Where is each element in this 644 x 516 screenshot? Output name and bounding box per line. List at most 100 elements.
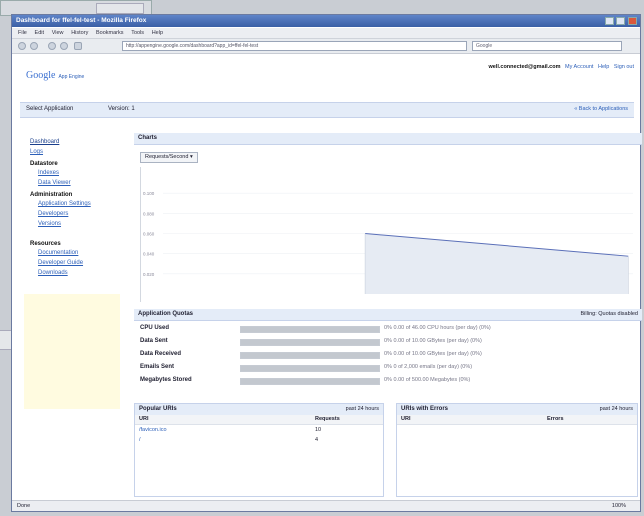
quota-bar-fill bbox=[241, 353, 379, 358]
quota-bar-fill bbox=[241, 340, 379, 345]
quotas-title: Application Quotas bbox=[138, 311, 194, 317]
sidebar-item-dashboard[interactable]: Dashboard bbox=[30, 139, 124, 145]
sidebar-item-downloads[interactable]: Downloads bbox=[38, 270, 124, 276]
back-to-applications-link[interactable]: « Back to Applications bbox=[574, 106, 628, 112]
errors-header: URIs with Errors past 24 hours bbox=[397, 404, 637, 415]
y-tick-label: 0.040 bbox=[143, 252, 155, 257]
quota-bar-fill bbox=[241, 327, 379, 332]
quota-name: Megabytes Stored bbox=[140, 377, 192, 383]
navigation-toolbar: http://appengine.google.com/dashboard?ap… bbox=[12, 39, 640, 54]
application-bar: Select Application Version: 1 « Back to … bbox=[20, 102, 634, 118]
quota-row: Megabytes Stored 0% 0.00 of 500.00 Megab… bbox=[134, 376, 642, 386]
status-bar: Done 100% bbox=[12, 500, 640, 511]
sidebar-item-data-viewer[interactable]: Data Viewer bbox=[38, 180, 124, 186]
sign-out-link[interactable]: Sign out bbox=[614, 64, 634, 70]
home-icon[interactable] bbox=[74, 42, 82, 50]
uri-link[interactable]: / bbox=[139, 437, 141, 443]
sidebar-item-logs[interactable]: Logs bbox=[30, 149, 124, 155]
sidebar-item-indexes[interactable]: Indexes bbox=[38, 170, 124, 176]
quota-detail: 0% 0.00 of 500.00 Megabytes (0%) bbox=[384, 377, 471, 383]
quota-bar-fill bbox=[241, 379, 379, 384]
menu-view[interactable]: View bbox=[52, 30, 64, 36]
chart-type-dropdown[interactable]: Requests/Second ▾ bbox=[140, 152, 198, 163]
y-tick-label: 0.020 bbox=[143, 272, 155, 277]
window-title: Dashboard for ffel-fel-test - Mozilla Fi… bbox=[16, 17, 147, 24]
quota-bar bbox=[240, 365, 380, 372]
menu-help[interactable]: Help bbox=[152, 30, 163, 36]
table-header: URI Requests bbox=[135, 415, 383, 425]
zoom-level[interactable]: 100% bbox=[612, 503, 626, 509]
sidebar: Dashboard Logs Datastore Indexes Data Vi… bbox=[24, 139, 124, 280]
menu-file[interactable]: File bbox=[18, 30, 27, 36]
sidebar-item-versions[interactable]: Versions bbox=[38, 221, 124, 227]
y-tick-label: 0.060 bbox=[143, 232, 155, 237]
errors-title: URIs with Errors bbox=[401, 406, 449, 412]
quota-name: CPU Used bbox=[140, 325, 170, 331]
stop-icon[interactable] bbox=[60, 42, 68, 50]
help-link[interactable]: Help bbox=[598, 64, 609, 70]
table-row: /favicon.ico 10 bbox=[135, 425, 383, 435]
quota-detail: 0% 0.00 of 10.00 GBytes (per day) (0%) bbox=[384, 351, 482, 357]
quotas-header: Application Quotas Billing: Quotas disab… bbox=[134, 309, 642, 321]
charts-header: Charts bbox=[134, 133, 642, 145]
version-selector[interactable]: Version: 1 bbox=[108, 106, 135, 112]
quota-bar bbox=[240, 339, 380, 346]
menu-bookmarks[interactable]: Bookmarks bbox=[96, 30, 124, 36]
search-input[interactable]: Google bbox=[472, 41, 622, 51]
account-email: well.connected@gmail.com bbox=[488, 64, 561, 70]
sidebar-item-developer-guide[interactable]: Developer Guide bbox=[38, 260, 124, 266]
popular-uris-panel: Popular URIs past 24 hours URI Requests … bbox=[134, 403, 384, 497]
back-icon[interactable] bbox=[18, 42, 26, 50]
chart-type-value: Requests/Second bbox=[145, 154, 189, 160]
maximize-icon[interactable] bbox=[616, 17, 625, 25]
application-selector[interactable]: Select Application bbox=[26, 106, 73, 112]
menu-history[interactable]: History bbox=[71, 30, 88, 36]
charts-title: Charts bbox=[138, 135, 158, 141]
logo-text: Google bbox=[26, 70, 56, 81]
quota-bar bbox=[240, 326, 380, 333]
quota-detail: 0% 0.00 of 46.00 CPU hours (per day) (0%… bbox=[384, 325, 491, 331]
reload-icon[interactable] bbox=[48, 42, 56, 50]
menu-edit[interactable]: Edit bbox=[35, 30, 44, 36]
sidebar-item-developers[interactable]: Developers bbox=[38, 211, 124, 217]
status-text: Done bbox=[17, 503, 31, 509]
url-bar[interactable]: http://appengine.google.com/dashboard?ap… bbox=[122, 41, 467, 51]
quota-bar-fill bbox=[241, 366, 379, 371]
quota-bar bbox=[240, 378, 380, 385]
sidebar-item-application-settings[interactable]: Application Settings bbox=[38, 201, 124, 207]
request-count: 4 bbox=[315, 437, 319, 443]
page-content: Google App Engine well.connected@gmail.co… bbox=[12, 54, 642, 501]
table-row: / 4 bbox=[135, 435, 383, 445]
errors-range[interactable]: past 24 hours bbox=[600, 406, 633, 412]
quota-name: Data Received bbox=[140, 351, 182, 357]
quota-row: Data Sent 0% 0.00 of 10.00 GBytes (per d… bbox=[134, 337, 642, 347]
table-header: URI Errors bbox=[397, 415, 637, 425]
quota-bar bbox=[240, 352, 380, 359]
column-uri: URI bbox=[401, 416, 411, 422]
request-count: 10 bbox=[315, 427, 322, 433]
uri-link[interactable]: /favicon.ico bbox=[139, 427, 167, 433]
y-tick-label: 0.080 bbox=[143, 211, 155, 216]
quota-name: Emails Sent bbox=[140, 364, 175, 370]
my-account-link[interactable]: My Account bbox=[565, 64, 593, 70]
menu-tools[interactable]: Tools bbox=[131, 30, 144, 36]
google-logo[interactable]: Google App Engine bbox=[26, 70, 84, 81]
sidebar-heading-datastore: Datastore bbox=[30, 161, 58, 167]
popular-uris-range[interactable]: past 24 hours bbox=[346, 406, 379, 412]
logo-subtitle: App Engine bbox=[58, 74, 85, 80]
popular-uris-title: Popular URIs bbox=[139, 406, 177, 412]
quota-detail: 0% 0.00 of 10.00 GBytes (per day) (0%) bbox=[384, 338, 482, 344]
chart-area: 0.100 0.080 0.060 0.040 0.020 bbox=[140, 167, 639, 302]
resources-panel bbox=[24, 294, 120, 409]
forward-icon[interactable] bbox=[30, 42, 38, 50]
minimize-icon[interactable] bbox=[605, 17, 614, 25]
column-requests: Requests bbox=[315, 416, 340, 422]
sidebar-item-documentation[interactable]: Documentation bbox=[38, 250, 124, 256]
sidebar-heading-resources: Resources bbox=[30, 241, 61, 247]
close-icon[interactable] bbox=[628, 17, 637, 25]
title-bar: Dashboard for ffel-fel-test - Mozilla Fi… bbox=[12, 15, 640, 27]
column-errors: Errors bbox=[547, 416, 564, 422]
y-tick-label: 0.100 bbox=[143, 191, 155, 196]
background-window-button[interactable] bbox=[96, 3, 144, 14]
quota-row: CPU Used 0% 0.00 of 46.00 CPU hours (per… bbox=[134, 324, 642, 334]
